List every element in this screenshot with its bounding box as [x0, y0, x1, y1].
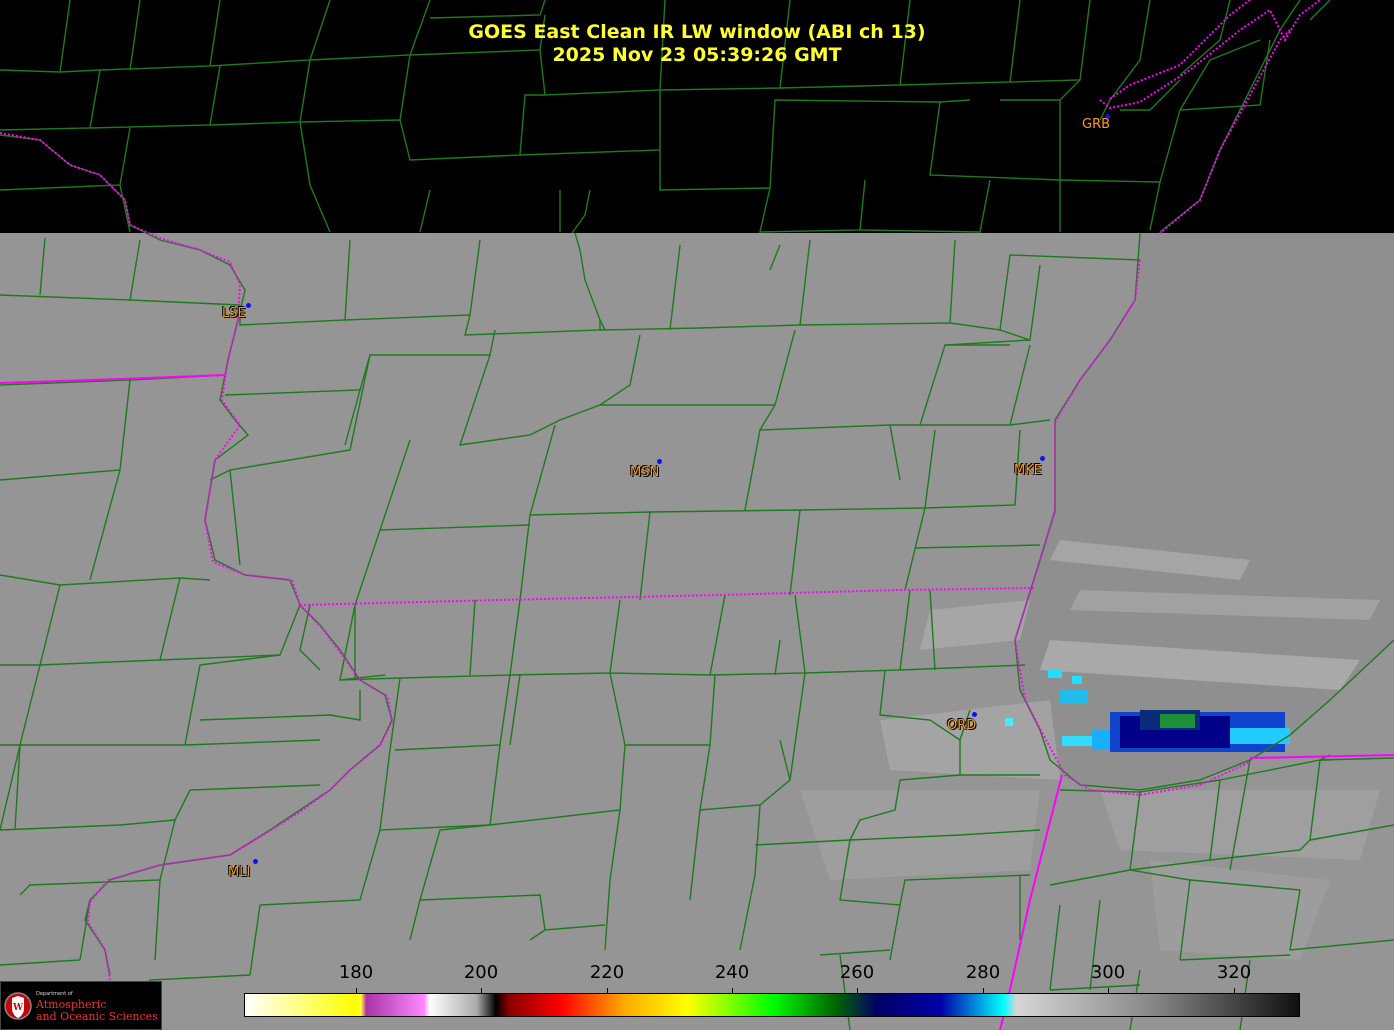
- station-label-msn: MSN: [630, 465, 660, 480]
- station-dot-mli: [253, 859, 258, 864]
- logo-dept-text: Department of: [36, 991, 73, 997]
- station-dot-lse: [246, 303, 251, 308]
- satellite-map: [0, 0, 1394, 1030]
- station-label-grb: GRB: [1082, 117, 1111, 132]
- station-dot-mke: [1040, 456, 1045, 461]
- temperature-colorbar: [244, 993, 1300, 1017]
- station-label-ord: ORD: [947, 718, 977, 733]
- colorbar-tick-300: 300: [1090, 962, 1126, 983]
- colorbar-tick-280: 280: [965, 962, 1001, 983]
- svg-text:W: W: [12, 1003, 24, 1013]
- colorbar-tick-200: 200: [463, 962, 499, 983]
- image-title: GOES East Clean IR LW window (ABI ch 13): [468, 21, 926, 43]
- colorbar-tick-260: 260: [839, 962, 875, 983]
- image-timestamp: 2025 Nov 23 05:39:26 GMT: [552, 44, 842, 66]
- colorbar-tick-240: 240: [714, 962, 750, 983]
- station-dot-msn: [657, 459, 662, 464]
- colorbar-tick-320: 320: [1216, 962, 1252, 983]
- aos-logo: W Department of Atmospheric and Oceanic …: [0, 981, 162, 1030]
- logo-line2: and Oceanic Sciences: [36, 1010, 158, 1023]
- colorbar-tick-180: 180: [338, 962, 374, 983]
- station-dot-ord: [972, 712, 977, 717]
- satellite-image-viewer: GOES East Clean IR LW window (ABI ch 13)…: [0, 0, 1394, 1030]
- station-label-lse: LSE: [222, 306, 246, 321]
- colorbar-tick-220: 220: [589, 962, 625, 983]
- uw-crest-icon: W: [4, 992, 32, 1020]
- station-label-mli: MLI: [228, 865, 251, 880]
- station-label-mke: MKE: [1014, 463, 1042, 478]
